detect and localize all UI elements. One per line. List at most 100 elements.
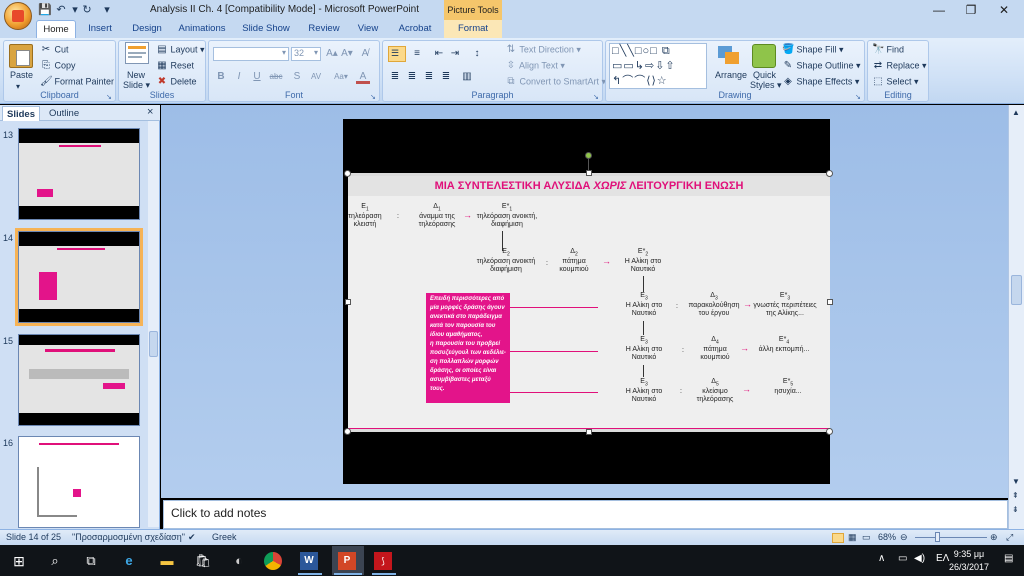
chrome-icon[interactable] [264,552,282,570]
tray-network-icon[interactable]: ▭ [898,553,907,564]
shadow-button[interactable]: S [290,70,304,84]
resize-handle-b[interactable] [586,429,592,435]
columns-button[interactable]: ▥ [460,70,474,84]
format-painter-button[interactable]: 🖌 Format Painter [40,76,114,88]
store-icon[interactable]: 🛍 [192,550,214,572]
cut-button[interactable]: ✂ Cut [40,44,69,56]
font-launcher-icon[interactable]: ↘ [370,93,376,101]
replace-button[interactable]: ⇄ Replace ▾ [872,60,927,72]
save-icon[interactable]: 💾 [38,3,52,17]
strikethrough-button[interactable]: abc [266,70,286,84]
notifications-icon[interactable]: ▤ [1004,553,1013,564]
slide-vertical-scrollbar[interactable]: ▲ ▼ ⇞ ⇟ [1008,105,1024,529]
redo-icon[interactable]: ↻ [80,3,94,17]
rotate-handle[interactable] [585,152,592,159]
quick-styles-icon[interactable] [752,44,776,68]
clipboard-launcher-icon[interactable]: ↘ [106,93,112,101]
italic-button[interactable]: I [232,70,246,84]
close-button[interactable]: ✕ [990,2,1018,18]
paste-icon[interactable] [9,44,33,68]
layout-button[interactable]: ▤ Layout ▾ [156,44,204,56]
clock-date[interactable]: 26/3/2017 [944,562,994,572]
resize-handle-br[interactable] [826,428,833,435]
select-button[interactable]: ⬚ Select ▾ [872,76,918,88]
task-view-icon[interactable]: ⧉ [80,550,102,572]
shape-fill-button[interactable]: 🪣 Shape Fill ▾ [782,44,844,56]
underline-button[interactable]: U [250,70,264,84]
search-icon[interactable]: ⌕ [44,550,66,572]
customize-qat-icon[interactable]: ▾ [100,3,114,17]
resize-handle-l[interactable] [345,299,351,305]
zoom-out-button[interactable]: ⊖ [900,532,908,543]
numbering-button[interactable]: ≡ [410,47,424,61]
zoom-level[interactable]: 68% [878,532,896,542]
windows-start-icon[interactable]: ⊞ [8,550,30,572]
slide-thumbnail-15[interactable] [18,334,140,426]
powerpoint-icon[interactable]: P [338,552,356,570]
slide-thumbnail-16[interactable] [18,436,140,528]
clock-time[interactable]: 9:35 μμ [944,549,994,559]
resize-handle-tl[interactable] [344,170,351,177]
tab-acrobat[interactable]: Acrobat [394,20,436,38]
quick-styles-dropdown[interactable]: Styles ▾ [750,80,782,91]
grow-font-button[interactable]: A▴ [325,47,339,61]
shape-effects-button[interactable]: ◈ Shape Effects ▾ [782,76,859,88]
word-icon[interactable]: W [300,552,318,570]
bold-button[interactable]: B [214,70,228,84]
minimize-button[interactable]: — [925,2,953,18]
spellcheck-icon[interactable]: ✔ [188,532,196,543]
slide-sorter-button[interactable]: ▦ [848,532,857,543]
notes-placeholder[interactable]: Click to add notes [171,506,266,520]
tab-design[interactable]: Design [126,20,168,38]
slide-show-button[interactable]: ▭ [862,532,871,543]
font-name-combo[interactable]: ▾ [213,47,289,61]
drawing-launcher-icon[interactable]: ↘ [855,93,861,101]
tab-view[interactable]: View [350,20,386,38]
new-slide-button[interactable]: New [127,70,145,80]
font-size-combo[interactable]: 32 ▾ [291,47,321,61]
convert-smartart-button[interactable]: ⧉ Convert to SmartArt ▾ [505,76,606,88]
close-panel-icon[interactable]: × [147,106,153,118]
new-slide-icon[interactable] [125,42,149,64]
tray-overflow-icon[interactable]: ∧ [878,553,885,564]
shape-outline-button[interactable]: ✎ Shape Outline ▾ [782,60,861,72]
slide-thumbnail-13[interactable] [18,128,140,220]
shrink-font-button[interactable]: A▾ [340,47,354,61]
tab-review[interactable]: Review [304,20,344,38]
resize-handle-t[interactable] [586,170,592,176]
slide-thumbnail-14[interactable] [15,228,143,326]
text-direction-button[interactable]: ⇅ Text Direction ▾ [505,44,581,56]
character-spacing-button[interactable]: AV [306,70,326,84]
resize-handle-tr[interactable] [826,170,833,177]
file-explorer-icon[interactable]: ▬ [156,550,178,572]
decrease-indent-button[interactable]: ⇤ [432,47,446,61]
tab-home[interactable]: Home [36,20,76,38]
notes-pane[interactable] [163,500,1008,529]
change-case-button[interactable]: Aa▾ [330,70,352,84]
language-indicator[interactable]: Greek [212,532,237,542]
line-spacing-button[interactable]: ↕ [470,47,484,61]
align-left-button[interactable]: ≣ [388,70,402,84]
paragraph-launcher-icon[interactable]: ↘ [593,93,599,101]
zoom-slider-thumb[interactable] [935,532,940,542]
media-icon[interactable]: ◐ [228,550,250,572]
align-center-button[interactable]: ≣ [405,70,419,84]
font-color-button[interactable]: A [356,70,370,84]
new-slide-dropdown[interactable]: Slide ▾ [123,80,150,91]
copy-button[interactable]: ⎘ Copy [40,60,76,72]
arrange-icon[interactable] [716,44,742,68]
tab-slides[interactable]: Slides [2,106,40,121]
tab-format[interactable]: Format [450,20,496,38]
tab-slide-show[interactable]: Slide Show [236,20,296,38]
justify-button[interactable]: ≣ [439,70,453,84]
align-text-button[interactable]: ⇳ Align Text ▾ [505,60,565,72]
acrobat-icon[interactable]: ⟆ [374,552,392,570]
arrange-button[interactable]: Arrange [715,70,747,80]
office-button[interactable] [4,2,32,30]
edge-icon[interactable]: e [118,550,140,572]
undo-icon[interactable]: ↶ [54,3,68,17]
resize-handle-r[interactable] [827,299,833,305]
shapes-gallery[interactable]: □╲╲□○□ ⧉ ▭▭↳⇨⇩⇧ ↰⌒⌒⟨⟩☆ [609,43,707,89]
zoom-slider-track[interactable] [915,537,987,538]
quick-styles-button[interactable]: Quick [753,70,776,80]
